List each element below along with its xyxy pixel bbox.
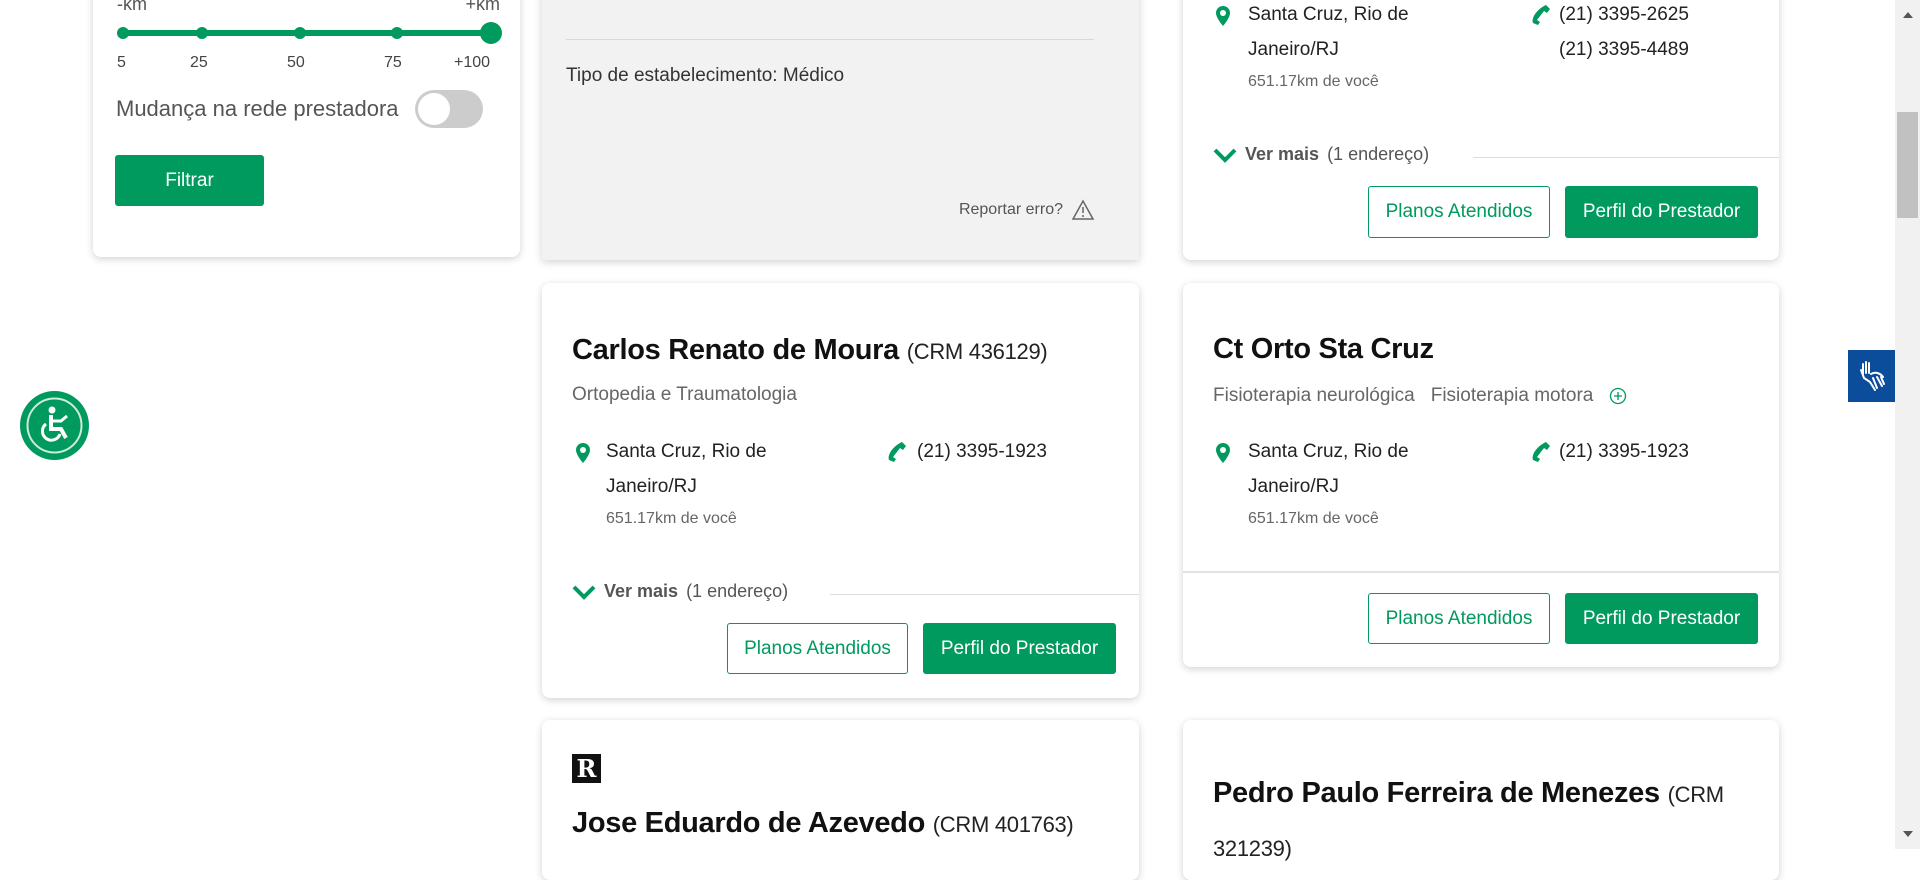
wheelchair-icon	[26, 397, 83, 454]
address-line: Janeiro/RJ	[1248, 39, 1339, 60]
distance: 651.17km de você	[606, 510, 737, 527]
provider-name: Ct Orto Sta Cruz	[1213, 333, 1434, 365]
specialty: Fisioterapia neurológica	[1213, 385, 1415, 406]
crm: (CRM 436129)	[906, 339, 1048, 364]
report-error-label: Reportar erro?	[958, 201, 1063, 218]
planos-atendidos-button[interactable]: Planos Atendidos	[1368, 186, 1550, 238]
phone-icon	[1532, 5, 1550, 25]
distance: 651.17km de você	[1248, 73, 1379, 90]
divider	[1473, 157, 1779, 158]
slider-min-label: -km	[117, 0, 147, 14]
phone-number[interactable]: (21) 3395-4489	[1559, 32, 1689, 67]
tick-label: 50	[287, 54, 305, 71]
planos-atendidos-button[interactable]: Planos Atendidos	[727, 623, 908, 674]
divider	[830, 594, 1139, 595]
provider-card: Ct Orto Sta Cruz Fisioterapia neurológic…	[1183, 283, 1779, 667]
planos-atendidos-button[interactable]: Planos Atendidos	[1368, 593, 1550, 644]
slider-max-label: +km	[465, 0, 500, 14]
toggle-knob	[418, 93, 450, 125]
tick-label: 5	[117, 54, 126, 71]
rede-toggle[interactable]	[415, 90, 483, 128]
specialty: Fisioterapia motora	[1430, 385, 1594, 406]
crm: (CRM 401763)	[932, 812, 1074, 837]
tick-label: 75	[384, 54, 402, 71]
location-pin-icon	[576, 443, 590, 463]
address-line: Janeiro/RJ	[1248, 476, 1339, 497]
provider-card-top-right: Santa Cruz, Rio de Janeiro/RJ 651.17km d…	[1183, 0, 1779, 260]
tick-label: 25	[190, 54, 208, 71]
report-error-link[interactable]: Reportar erro?	[959, 199, 1095, 221]
hands-icon	[1859, 361, 1885, 391]
sign-language-button[interactable]	[1848, 350, 1895, 402]
phone-icon	[1532, 442, 1550, 462]
plus-circle-icon[interactable]	[1609, 387, 1627, 405]
distance: 651.17km de você	[1248, 510, 1379, 527]
provider-card-top-left: Tipo de estabelecimento: Médico Reportar…	[542, 0, 1139, 260]
perfil-prestador-button[interactable]: Perfil do Prestador	[1565, 593, 1758, 644]
specialty: Ortopedia e Traumatologia	[572, 384, 797, 405]
r-badge-icon: R	[572, 754, 601, 783]
ver-mais-toggle[interactable]: Ver mais (1 endereço)	[572, 581, 788, 602]
chevron-down-icon	[1213, 148, 1237, 163]
name-text: Pedro Paulo Ferreira de Menezes	[1213, 777, 1660, 809]
address-line: Santa Cruz, Rio de	[1248, 441, 1409, 462]
provider-card: Carlos Renato de Moura (CRM 436129) Orto…	[542, 283, 1139, 698]
ver-mais-label: Ver mais	[604, 581, 679, 601]
chevron-down-icon	[572, 585, 596, 600]
slider-tick[interactable]	[391, 27, 403, 39]
provider-name: Jose Eduardo de Azevedo (CRM 401763)	[572, 803, 1074, 845]
scroll-up-arrow[interactable]	[1903, 12, 1913, 18]
slider-handle[interactable]	[480, 22, 502, 44]
name-text: Carlos Renato de Moura	[572, 334, 899, 366]
phone-list: (21) 3395-2625 (21) 3395-4489	[1559, 0, 1689, 67]
slider-tick[interactable]	[196, 27, 208, 39]
ver-mais-count: (1 endereço)	[1327, 144, 1430, 164]
scrollbar-thumb[interactable]	[1897, 112, 1918, 218]
address-line: Santa Cruz, Rio de	[606, 441, 767, 462]
address: Santa Cruz, Rio de Janeiro/RJ	[606, 434, 856, 504]
scrollbar[interactable]	[1895, 0, 1920, 849]
address-line: Janeiro/RJ	[606, 476, 697, 497]
distance-slider[interactable]	[117, 22, 502, 44]
warning-icon	[1071, 199, 1095, 220]
provider-card: Pedro Paulo Ferreira de Menezes (CRM 321…	[1183, 720, 1779, 880]
location-pin-icon	[1216, 6, 1230, 26]
phone-number[interactable]: (21) 3395-2625	[1559, 0, 1689, 32]
perfil-prestador-button[interactable]: Perfil do Prestador	[923, 623, 1116, 674]
perfil-prestador-button[interactable]: Perfil do Prestador	[1565, 186, 1758, 238]
ver-mais-label: Ver mais	[1245, 144, 1320, 164]
ver-mais-toggle[interactable]: Ver mais (1 endereço)	[1213, 144, 1429, 165]
divider	[566, 39, 1094, 40]
location-pin-icon	[1216, 443, 1230, 463]
accessibility-button[interactable]	[20, 391, 89, 460]
phone-number[interactable]: (21) 3395-1923	[1559, 434, 1689, 469]
address-line: Santa Cruz, Rio de	[1248, 4, 1409, 25]
toggle-label: Mudança na rede prestadora	[116, 96, 399, 121]
scroll-down-arrow[interactable]	[1903, 831, 1913, 837]
filter-button[interactable]: Filtrar	[115, 155, 264, 206]
specialties: Fisioterapia neurológica Fisioterapia mo…	[1213, 385, 1627, 407]
provider-name: Pedro Paulo Ferreira de Menezes (CRM 321…	[1213, 767, 1753, 875]
slider-tick[interactable]	[294, 27, 306, 39]
ver-mais-count: (1 endereço)	[686, 581, 789, 601]
address: Santa Cruz, Rio de Janeiro/RJ	[1248, 0, 1498, 67]
address: Santa Cruz, Rio de Janeiro/RJ	[1248, 434, 1498, 504]
provider-card: R Jose Eduardo de Azevedo (CRM 401763)	[542, 720, 1139, 880]
name-text: Jose Eduardo de Azevedo	[572, 807, 926, 839]
tick-label: +100	[454, 54, 491, 71]
provider-name: Carlos Renato de Moura (CRM 436129)	[572, 330, 1048, 372]
slider-tick[interactable]	[117, 27, 129, 39]
phone-number[interactable]: (21) 3395-1923	[917, 434, 1047, 469]
divider	[1183, 571, 1779, 573]
phone-icon	[888, 442, 906, 462]
filter-panel: -km +km 5 25 50 75 +100 Mudança na rede …	[93, 0, 520, 257]
establishment-type: Tipo de estabelecimento: Médico	[566, 65, 845, 86]
